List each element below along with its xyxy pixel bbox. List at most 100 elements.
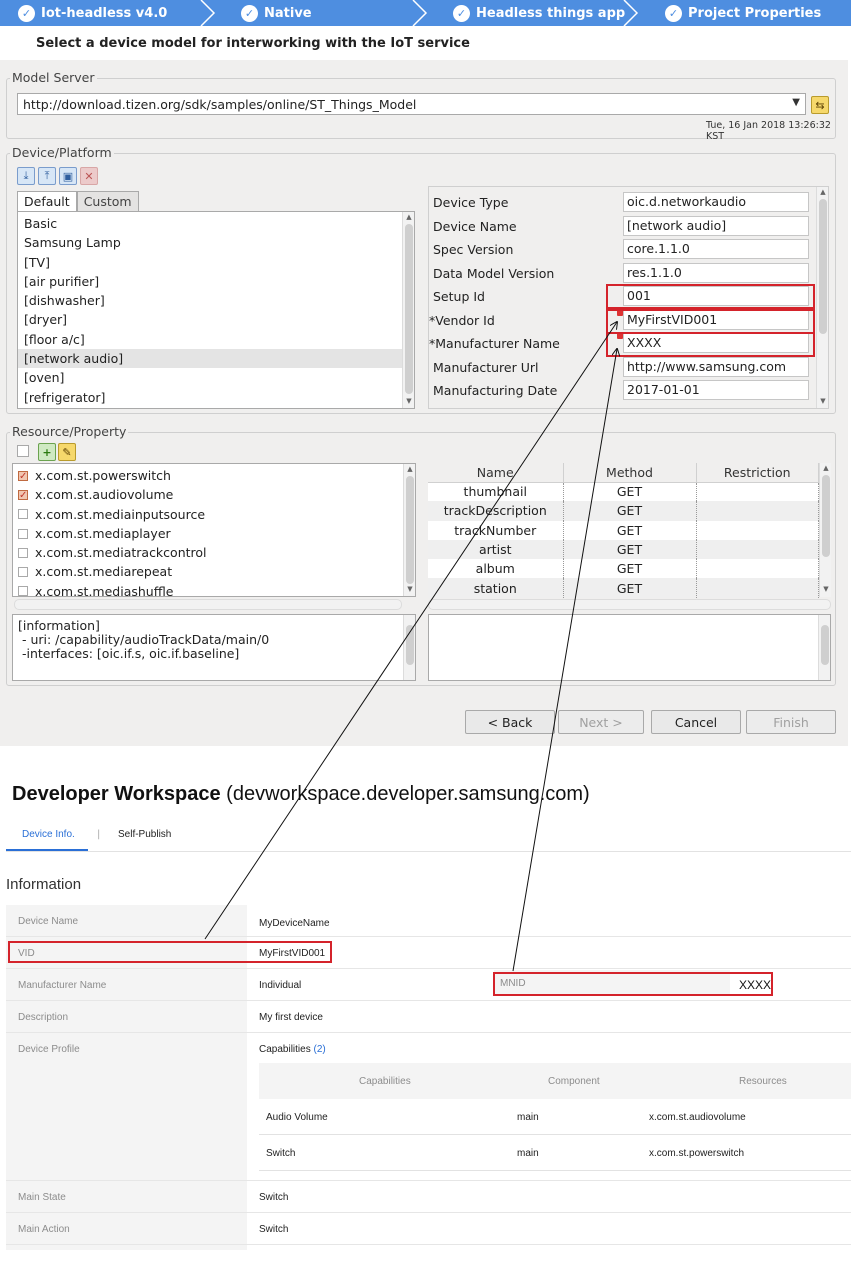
scroll-up-icon[interactable]: ▲ [820, 464, 832, 474]
save-icon[interactable]: ▣ [59, 167, 77, 185]
column-header-restriction[interactable]: Restriction [696, 463, 819, 483]
property-table-hscrollbar[interactable] [428, 599, 831, 610]
column-header-name[interactable]: Name [428, 463, 564, 483]
list-item[interactable]: Basic [18, 214, 414, 233]
scrollbar-thumb[interactable] [819, 199, 827, 334]
scroll-down-icon[interactable]: ▼ [817, 397, 828, 407]
scroll-up-icon[interactable]: ▲ [404, 465, 415, 475]
table-row[interactable]: trackDescription GET [428, 501, 819, 521]
scrollbar-thumb[interactable] [821, 625, 829, 665]
add-icon[interactable]: + [38, 443, 56, 461]
device-type-field[interactable]: oic.d.networkaudio [623, 192, 809, 212]
refresh-model-icon[interactable]: ⇆ [811, 96, 829, 114]
section-title: Information [6, 876, 82, 893]
scroll-up-icon[interactable]: ▲ [403, 213, 414, 223]
scroll-down-icon[interactable]: ▼ [403, 397, 414, 407]
breadcrumb-step-2[interactable]: ✓ Native [215, 0, 428, 26]
dropdown-arrow-icon[interactable]: ▼ [792, 97, 800, 108]
resource-row[interactable]: x.com.st.powerswitch [13, 466, 415, 486]
back-button[interactable]: < Back [465, 710, 555, 734]
breadcrumb-step-1[interactable]: ✓ Iot-headless v4.0 [0, 0, 216, 26]
resource-name: x.com.st.mediashuffle [35, 583, 174, 597]
property-table: Name Method Restriction thumbnail GET tra… [428, 463, 819, 598]
capabilities-count[interactable]: (2) [313, 1044, 325, 1055]
scroll-down-icon[interactable]: ▼ [404, 585, 415, 595]
table-row[interactable]: station GET [428, 578, 819, 598]
model-server-timestamp: Tue, 16 Jan 2018 13:26:32 KST [706, 120, 831, 142]
resource-row[interactable]: x.com.st.mediaplayer [13, 524, 415, 543]
select-all-checkbox[interactable] [17, 445, 29, 457]
properties-scrollbar[interactable]: ▲ ▼ [816, 187, 828, 408]
page-title: Select a device model for interworking w… [36, 36, 470, 51]
checkbox[interactable] [18, 509, 28, 520]
cancel-button[interactable]: Cancel [651, 710, 741, 734]
list-item[interactable]: [dishwasher] [18, 291, 414, 310]
manufacturer-url-field[interactable]: http://www.samsung.com [623, 356, 809, 377]
resource-row[interactable]: x.com.st.mediainputsource [13, 505, 415, 524]
resource-list-scrollbar[interactable]: ▲ ▼ [403, 464, 415, 596]
resource-row[interactable]: x.com.st.mediarepeat [13, 562, 415, 581]
list-item[interactable]: [dryer] [18, 310, 414, 329]
list-item-selected[interactable]: [network audio] [18, 349, 414, 369]
export-icon[interactable]: ⤒ [38, 167, 56, 185]
data-model-version-field[interactable]: res.1.1.0 [623, 262, 809, 283]
detail-scrollbar[interactable] [818, 615, 830, 680]
tab-self-publish[interactable]: Self-Publish [118, 829, 171, 840]
breadcrumb-step-3[interactable]: ✓ Headless things app [427, 0, 639, 26]
scrollbar-thumb[interactable] [822, 475, 830, 557]
row-label: Device Name [18, 916, 79, 927]
tab-custom[interactable]: Custom [76, 191, 139, 211]
prop-data-model-version: Data Model Version res.1.1.0 [429, 262, 819, 285]
checkbox[interactable] [18, 547, 28, 558]
breadcrumb-step-4[interactable]: ✓ Project Properties [638, 0, 851, 26]
list-item[interactable]: [floor a/c] [18, 330, 414, 349]
list-item[interactable]: [TV] [18, 253, 414, 272]
edit-icon[interactable]: ✎ [58, 443, 76, 461]
list-item[interactable]: [air purifier] [18, 272, 414, 291]
property-table-scrollbar[interactable]: ▲ ▼ [819, 463, 831, 597]
checkbox[interactable] [18, 486, 28, 505]
resource-row[interactable]: x.com.st.mediashuffle [13, 582, 415, 597]
scrollbar-thumb[interactable] [405, 224, 413, 394]
import-icon[interactable]: ⤓ [17, 167, 35, 185]
tab-default[interactable]: Default [17, 191, 77, 211]
list-item[interactable]: Samsung Lamp [18, 233, 414, 252]
resource-list: x.com.st.powerswitch x.com.st.audiovolum… [12, 463, 416, 597]
list-item[interactable]: [refrigerator] [18, 388, 414, 407]
list-item[interactable]: [oven] [18, 368, 414, 387]
resource-name: x.com.st.mediainputsource [35, 506, 206, 522]
resource-property-legend: Resource/Property [10, 424, 129, 439]
vid-highlight [8, 941, 332, 963]
tab-device-info[interactable]: Device Info. [22, 829, 75, 840]
scroll-up-icon[interactable]: ▲ [817, 188, 828, 198]
checkbox[interactable] [18, 528, 28, 539]
next-button[interactable]: Next > [558, 710, 644, 734]
property-detail-box [428, 614, 831, 681]
manufacturing-date-field[interactable]: 2017-01-01 [623, 380, 809, 400]
resource-list-hscrollbar[interactable] [14, 599, 402, 610]
finish-button[interactable]: Finish [746, 710, 836, 734]
scrollbar-thumb[interactable] [406, 625, 414, 665]
device-name-field[interactable]: [network audio] [623, 215, 809, 236]
spec-version-field[interactable]: core.1.1.0 [623, 239, 809, 259]
checkbox[interactable] [18, 467, 28, 486]
checkmark-icon: ✓ [18, 4, 35, 22]
scroll-down-icon[interactable]: ▼ [820, 585, 832, 595]
row-label: Manufacturer Name [18, 980, 107, 991]
model-server-url: http://download.tizen.org/sdk/samples/on… [23, 96, 417, 112]
column-header-method[interactable]: Method [563, 463, 697, 483]
info-scrollbar[interactable] [403, 615, 415, 680]
table-row[interactable]: thumbnail GET [428, 482, 819, 502]
table-row[interactable]: artist GET [428, 539, 819, 560]
table-row[interactable]: trackNumber GET [428, 520, 819, 540]
table-row[interactable]: album GET [428, 559, 819, 579]
scrollbar-thumb[interactable] [406, 476, 414, 584]
model-list-scrollbar[interactable]: ▲ ▼ [402, 212, 414, 408]
checkbox[interactable] [18, 567, 28, 578]
resource-row[interactable]: x.com.st.audiovolume [13, 485, 415, 505]
resource-name: x.com.st.mediaplayer [35, 525, 171, 541]
checkbox[interactable] [18, 586, 28, 596]
resource-row[interactable]: x.com.st.mediatrackcontrol [13, 543, 415, 562]
model-server-url-select[interactable]: http://download.tizen.org/sdk/samples/on… [17, 93, 806, 115]
delete-icon[interactable]: ✕ [80, 167, 98, 185]
